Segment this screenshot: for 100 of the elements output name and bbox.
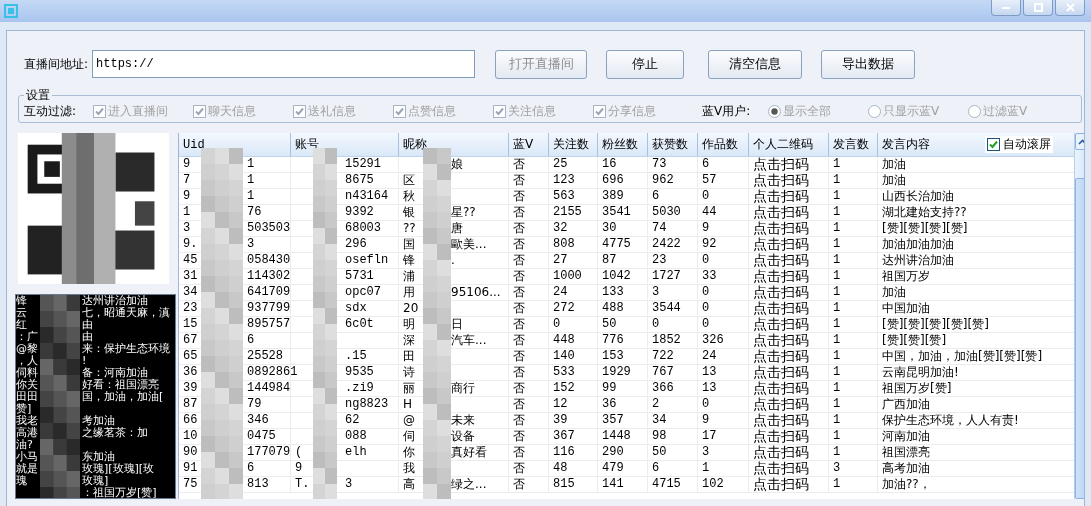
console-text: 达州讲治加油	[82, 295, 148, 308]
table-cell: 1	[829, 445, 878, 460]
table-cell-text: 星??	[451, 205, 476, 220]
console-text: 东加油	[82, 451, 115, 464]
scan-link[interactable]: 点击扫码	[749, 333, 829, 348]
table-cell: 1	[829, 285, 878, 300]
action-button[interactable]: 导出数据	[821, 49, 916, 79]
table-cell: 776	[598, 333, 648, 348]
action-button[interactable]: 清空信息	[708, 49, 803, 79]
table-cell: 44	[698, 205, 749, 220]
table-cell: 否	[509, 205, 549, 220]
table-cell: 1	[698, 461, 749, 476]
table-cell: 24	[549, 285, 598, 300]
table-cell: 74	[648, 221, 698, 236]
scan-link[interactable]: 点击扫码	[749, 317, 829, 332]
table-cell-text: 8675	[345, 173, 374, 188]
checkbox-icon	[493, 104, 506, 118]
column-header[interactable]: 发言数	[833, 136, 869, 153]
table-cell: 0	[698, 397, 749, 412]
table-cell-text: 296	[345, 237, 367, 252]
table-cell: 否	[509, 349, 549, 364]
app-icon	[4, 4, 18, 18]
checkbox-icon	[93, 104, 106, 118]
scan-link[interactable]: 点击扫码	[749, 461, 829, 476]
table-cell: 722	[648, 349, 698, 364]
scan-link[interactable]: 点击扫码	[749, 253, 829, 268]
scan-link[interactable]: 点击扫码	[749, 349, 829, 364]
maximize-button[interactable]	[1023, 0, 1053, 16]
scan-link[interactable]: 点击扫码	[749, 477, 829, 492]
table-cell: 533	[549, 365, 598, 380]
table-cell: 25	[549, 157, 598, 172]
action-button[interactable]: 停止	[606, 49, 685, 79]
table-cell-text: 伺	[403, 429, 416, 444]
scan-link[interactable]: 点击扫码	[749, 413, 829, 428]
console-text: 之缘茗茶：加	[82, 427, 148, 440]
table-cell-text: 锋	[403, 253, 416, 268]
table-cell-text: T.	[295, 477, 311, 492]
close-button[interactable]	[1055, 0, 1085, 16]
column-header[interactable]: 蓝V	[513, 136, 534, 153]
scan-link[interactable]: 点击扫码	[749, 429, 829, 444]
table-cell: 367	[549, 429, 598, 444]
chevron-up-icon	[1078, 138, 1084, 145]
table-cell: 否	[509, 429, 549, 444]
column-header[interactable]: 作品数	[702, 136, 738, 153]
scan-link[interactable]: 点击扫码	[749, 189, 829, 204]
table-cell: 0	[698, 189, 749, 204]
table-cell-text: 3	[345, 477, 353, 492]
table-cell: 0	[648, 317, 698, 332]
table-cell: 2422	[648, 237, 698, 252]
scan-link[interactable]: 点击扫码	[749, 301, 829, 316]
column-header[interactable]: 关注数	[553, 136, 589, 153]
checkbox-icon	[987, 138, 1000, 151]
table-cell: 133	[598, 285, 648, 300]
console-text: 小马	[16, 451, 39, 464]
url-field[interactable]: https://	[92, 50, 476, 78]
scan-link[interactable]: 点击扫码	[749, 365, 829, 380]
table-cell: 116	[549, 445, 598, 460]
table-cell: 57	[698, 173, 749, 188]
scan-link[interactable]: 点击扫码	[749, 157, 829, 172]
table-cell-text: 91	[183, 461, 199, 476]
scan-link[interactable]: 点击扫码	[749, 221, 829, 236]
table-cell: 9	[698, 413, 749, 428]
table-cell: 1	[829, 301, 878, 316]
scan-link[interactable]: 点击扫码	[749, 381, 829, 396]
table-cell-text: n43164	[345, 189, 389, 204]
table-cell-text: 绿之...	[451, 477, 487, 492]
scan-link[interactable]: 点击扫码	[749, 269, 829, 284]
scan-link[interactable]: 点击扫码	[749, 237, 829, 252]
auto-scroll-checkbox[interactable]: 自动滚屏	[985, 136, 1053, 153]
scan-link[interactable]: 点击扫码	[749, 397, 829, 412]
maximize-icon	[1033, 3, 1043, 12]
scan-link[interactable]: 点击扫码	[749, 205, 829, 220]
scan-link[interactable]: 点击扫码	[749, 173, 829, 188]
table-cell-text: 0475	[247, 429, 276, 444]
table-cell: 696	[598, 173, 648, 188]
scan-link[interactable]: 点击扫码	[749, 285, 829, 300]
table-cell: 否	[509, 365, 549, 380]
table-cell-text: 诗	[403, 365, 416, 380]
table-cell-text: 346	[247, 413, 269, 428]
column-header[interactable]: 获赞数	[652, 136, 688, 153]
scan-link[interactable]: 点击扫码	[749, 445, 829, 460]
table-cell-text: .	[451, 253, 455, 268]
console-text: 你关	[16, 379, 39, 392]
console-text: @黎	[16, 343, 39, 356]
table-cell: 1	[829, 173, 878, 188]
table-cell: 272	[549, 301, 598, 316]
column-header[interactable]: 粉丝数	[602, 136, 638, 153]
minimize-button[interactable]	[991, 0, 1021, 16]
checkbox-icon	[393, 104, 406, 118]
close-icon	[1065, 3, 1075, 12]
column-header[interactable]: 昵称	[403, 136, 427, 153]
column-header[interactable]: 个人二维码	[753, 136, 813, 153]
table-cell-text: 503503	[247, 221, 291, 236]
table-cell: 3	[698, 445, 749, 460]
column-header[interactable]: 发言内容	[882, 136, 930, 153]
table-cell-text: 3	[247, 237, 255, 252]
table-cell-text: 娘	[451, 157, 463, 172]
table-cell: 815	[549, 477, 598, 492]
console-text: 我老	[16, 415, 39, 428]
column-header[interactable]: Uid	[183, 137, 205, 152]
